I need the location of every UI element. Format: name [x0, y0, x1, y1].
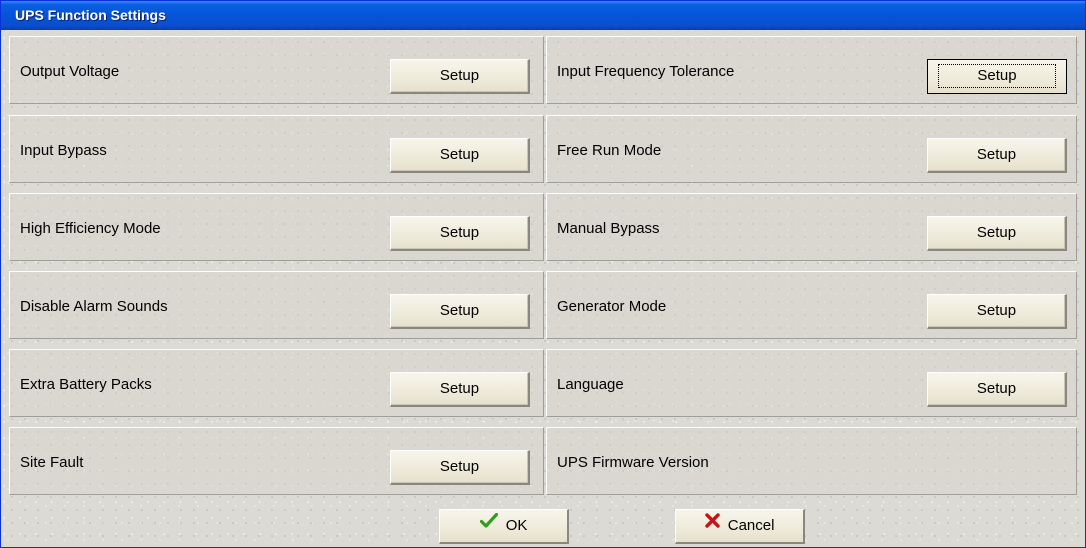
setting-language: Language Setup	[546, 349, 1077, 417]
x-icon	[704, 508, 720, 540]
setting-high-efficiency-mode: High Efficiency Mode Setup	[9, 193, 544, 261]
setting-label: Site Fault	[20, 454, 84, 471]
generator-mode-setup-button[interactable]: Setup	[927, 294, 1067, 329]
window-title: UPS Function Settings	[15, 7, 166, 23]
setting-label: Free Run Mode	[557, 142, 662, 159]
input-bypass-setup-button[interactable]: Setup	[390, 138, 530, 173]
setting-manual-bypass: Manual Bypass Setup	[546, 193, 1077, 261]
ups-function-settings-dialog: UPS Function Settings Output Voltage Set…	[0, 0, 1086, 548]
output-voltage-setup-button[interactable]: Setup	[390, 59, 530, 94]
setting-label: Generator Mode	[557, 298, 667, 315]
disable-alarm-sounds-setup-button[interactable]: Setup	[390, 294, 530, 329]
input-frequency-tolerance-setup-button[interactable]: Setup	[927, 59, 1067, 94]
setting-generator-mode: Generator Mode Setup	[546, 271, 1077, 339]
ok-button[interactable]: OK	[439, 509, 569, 544]
setting-input-bypass: Input Bypass Setup	[9, 115, 544, 183]
setting-label: Disable Alarm Sounds	[20, 298, 168, 315]
setting-label: Input Bypass	[20, 142, 107, 159]
setting-extra-battery-packs: Extra Battery Packs Setup	[9, 349, 544, 417]
title-bar: UPS Function Settings	[1, 1, 1085, 30]
button-label: Setup	[938, 64, 1056, 88]
setting-output-voltage: Output Voltage Setup	[9, 36, 544, 104]
extra-battery-packs-setup-button[interactable]: Setup	[390, 372, 530, 407]
setting-label: Output Voltage	[20, 63, 120, 80]
setting-label: Extra Battery Packs	[20, 376, 152, 393]
setting-label: Language	[557, 376, 624, 393]
cancel-label: Cancel	[727, 517, 775, 535]
setting-label: High Efficiency Mode	[20, 220, 161, 237]
manual-bypass-setup-button[interactable]: Setup	[927, 216, 1067, 251]
setting-disable-alarm-sounds: Disable Alarm Sounds Setup	[9, 271, 544, 339]
free-run-mode-setup-button[interactable]: Setup	[927, 138, 1067, 173]
checkmark-icon	[479, 508, 498, 540]
ok-label: OK	[505, 517, 528, 535]
setting-label: Manual Bypass	[557, 220, 660, 237]
language-setup-button[interactable]: Setup	[927, 372, 1067, 407]
setting-input-frequency-tolerance: Input Frequency Tolerance Setup	[546, 36, 1077, 104]
setting-label: UPS Firmware Version	[557, 454, 709, 471]
setting-label: Input Frequency Tolerance	[557, 63, 735, 80]
setting-free-run-mode: Free Run Mode Setup	[546, 115, 1077, 183]
high-efficiency-mode-setup-button[interactable]: Setup	[390, 216, 530, 251]
cancel-button[interactable]: Cancel	[675, 509, 805, 544]
setting-ups-firmware-version: UPS Firmware Version	[546, 427, 1077, 495]
setting-site-fault: Site Fault Setup	[9, 427, 544, 495]
site-fault-setup-button[interactable]: Setup	[390, 450, 530, 485]
